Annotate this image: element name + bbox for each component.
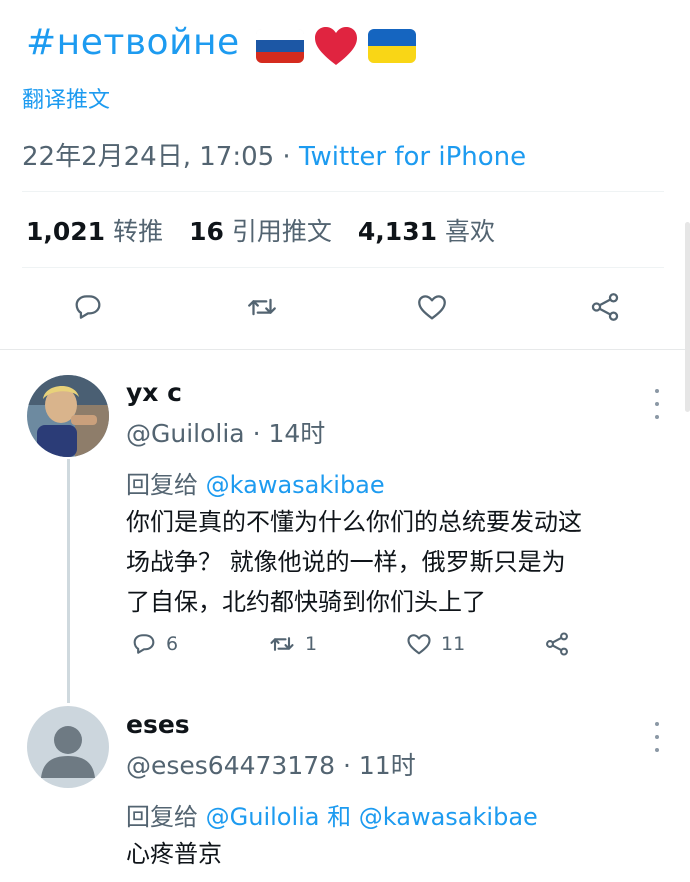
- reply-author-handle[interactable]: @Guilolia · 14时: [126, 414, 325, 450]
- reply-icon: [133, 634, 155, 654]
- reply-author-handle[interactable]: @eses64473178 · 11时: [126, 746, 416, 782]
- divider: [22, 267, 664, 268]
- source-link[interactable]: Twitter for iPhone: [299, 142, 526, 172]
- reply-icon[interactable]: [66, 285, 110, 329]
- more-icon[interactable]: [645, 389, 669, 419]
- retweet-button[interactable]: 1: [267, 630, 317, 658]
- replying-to: 回复给 @kawasakibae: [126, 471, 385, 499]
- reply-actions: 6 1 11: [0, 630, 690, 666]
- ukraine-flag-icon: [368, 29, 416, 63]
- retweets-stat[interactable]: 1,021 转推: [26, 212, 163, 248]
- hashtag-link[interactable]: #нетвойне: [26, 22, 240, 63]
- like-icon: [407, 634, 431, 655]
- replying-to: 回复给 @Guilolia 和 @kawasakibae: [126, 803, 538, 831]
- red-heart-icon: [312, 24, 360, 68]
- quote-tweets-stat[interactable]: 16 引用推文: [189, 212, 332, 248]
- retweet-count: 1: [305, 633, 318, 655]
- russia-flag-icon: [256, 29, 304, 63]
- reply-text: 心疼普京: [126, 840, 222, 868]
- tweet-meta: 22年2月24日, 17:05 · Twitter for iPhone: [22, 136, 526, 173]
- mention-link[interactable]: @kawasakibae: [359, 803, 538, 831]
- mention-link[interactable]: @Guilolia: [206, 803, 320, 831]
- divider: [22, 191, 664, 192]
- like-button[interactable]: 11: [405, 630, 465, 658]
- reply-button[interactable]: 6: [130, 630, 178, 658]
- retweet-icon: [270, 637, 294, 651]
- like-icon[interactable]: [410, 285, 454, 329]
- retweet-icon[interactable]: [240, 285, 284, 329]
- mention-link[interactable]: @kawasakibae: [206, 471, 385, 499]
- share-icon[interactable]: [583, 285, 627, 329]
- like-count: 11: [441, 633, 466, 655]
- reply-author-name[interactable]: eses: [126, 710, 190, 739]
- more-icon[interactable]: [645, 722, 669, 752]
- default-avatar[interactable]: [27, 706, 109, 788]
- thread-line: [67, 459, 70, 703]
- reply-count: 6: [166, 633, 179, 655]
- emoji-row: [256, 24, 416, 68]
- share-icon: [546, 632, 568, 656]
- avatar[interactable]: [27, 375, 109, 457]
- likes-stat[interactable]: 4,131 喜欢: [358, 212, 495, 248]
- tweet-stats: 1,021 转推 16 引用推文 4,131 喜欢: [26, 212, 495, 248]
- scrollbar[interactable]: [685, 222, 690, 412]
- timestamp: 22年2月24日, 17:05 ·: [22, 142, 299, 172]
- section-separator: [0, 349, 690, 350]
- reply-author-name[interactable]: yx c: [126, 378, 182, 407]
- translate-tweet-link[interactable]: 翻译推文: [22, 82, 110, 114]
- share-button[interactable]: [543, 630, 571, 658]
- reply-text: 你们是真的不懂为什么你们的总统要发动这 场战争？ 就像他说的一样，俄罗斯只是为 …: [126, 508, 582, 616]
- tweet-actions: [0, 285, 690, 329]
